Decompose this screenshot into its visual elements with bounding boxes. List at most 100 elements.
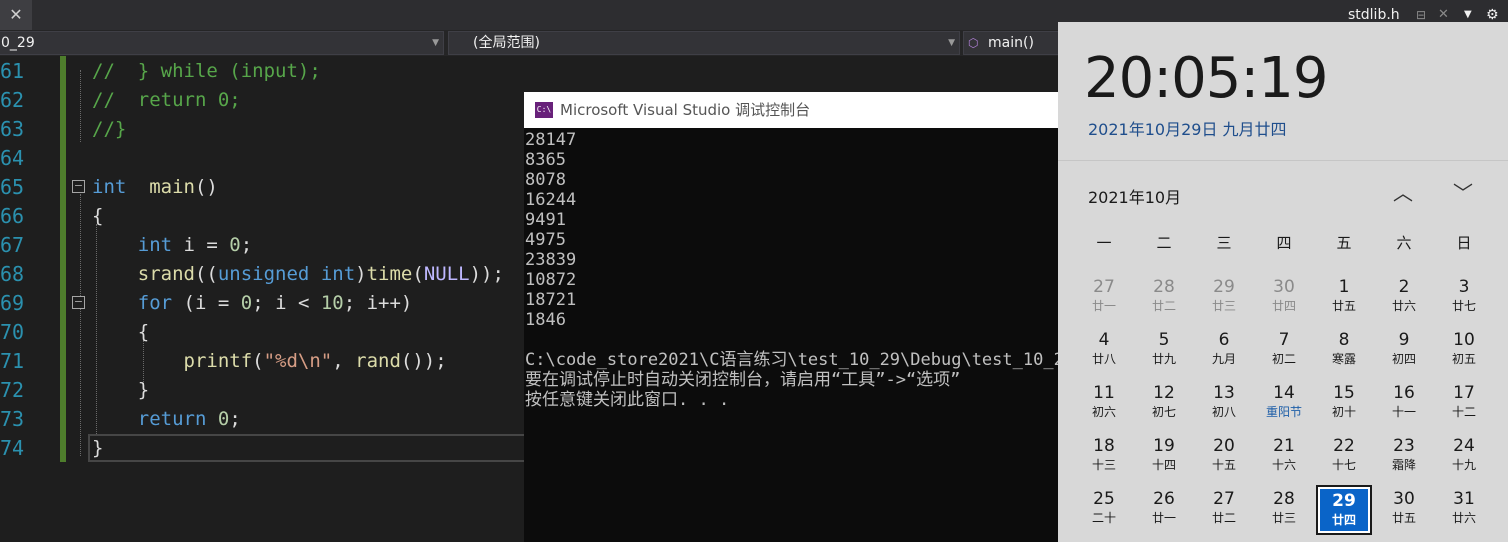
calendar-day[interactable]: 2 廿六 <box>1376 273 1432 323</box>
code-text: srand((unsigned int)time(NULL)); <box>92 260 504 289</box>
calendar-day[interactable]: 8 寒露 <box>1316 326 1372 376</box>
day-number: 16 <box>1393 383 1415 403</box>
code-token: 0 <box>240 292 253 314</box>
code-text: printf("%d\n", rand()); <box>92 347 447 376</box>
clock-date-link[interactable]: 2021年10月29日 九月廿四 <box>1088 116 1287 140</box>
day-number: 23 <box>1393 436 1415 456</box>
lunar-date: 廿五 <box>1331 299 1356 313</box>
code-text: // return 0; <box>92 86 241 115</box>
calendar-day[interactable]: 15 初十 <box>1316 379 1372 429</box>
code-text: { <box>92 202 103 231</box>
lunar-date: 霜降 <box>1391 458 1416 472</box>
day-number: 10 <box>1453 330 1475 350</box>
code-token: (( <box>194 263 218 285</box>
calendar-day[interactable]: 30 廿五 <box>1376 485 1432 535</box>
console-output-line: 8078 <box>525 170 566 190</box>
lunar-date: 初五 <box>1451 352 1476 366</box>
close-tab-icon[interactable]: ✕ <box>0 0 32 30</box>
calendar-day[interactable]: 4 廿八 <box>1076 326 1132 376</box>
calendar-day[interactable]: 16 十一 <box>1376 379 1432 429</box>
calendar-day[interactable]: 19 十四 <box>1136 432 1192 482</box>
lunar-date: 廿一 <box>1151 511 1176 525</box>
console-output-line: 18721 <box>525 290 577 310</box>
code-token: { <box>92 321 150 343</box>
code-token: printf <box>183 350 253 372</box>
lunar-date: 廿九 <box>1151 352 1176 366</box>
lunar-date: 十九 <box>1451 458 1476 472</box>
weekday-label: 五 <box>1336 234 1352 252</box>
lunar-date: 廿一 <box>1091 299 1116 313</box>
calendar-day[interactable]: 27 廿二 <box>1196 485 1252 535</box>
code-token: ()); <box>400 350 447 372</box>
code-token: ( <box>252 350 264 372</box>
calendar-day[interactable]: 21 十六 <box>1256 432 1312 482</box>
calendar-day[interactable]: 13 初八 <box>1196 379 1252 429</box>
code-token: 0 <box>217 408 230 430</box>
calendar-day[interactable]: 5 廿九 <box>1136 326 1192 376</box>
calendar-day[interactable]: 17 十二 <box>1436 379 1492 429</box>
calendar-day[interactable]: 23 霜降 <box>1376 432 1432 482</box>
calendar-day[interactable]: 28 廿二 <box>1136 273 1192 323</box>
calendar-day[interactable]: 22 十七 <box>1316 432 1372 482</box>
code-token: time <box>366 263 413 285</box>
day-number: 29 <box>1213 277 1235 297</box>
day-number: 26 <box>1153 489 1175 509</box>
day-number: 1 <box>1338 277 1350 297</box>
calendar-day[interactable]: 7 初二 <box>1256 326 1312 376</box>
scope-dropdown[interactable]: (全局范围) ▼ <box>448 31 960 55</box>
calendar-day[interactable]: 6 九月 <box>1196 326 1252 376</box>
code-text: return 0; <box>92 405 241 434</box>
month-label[interactable]: 2021年10月 <box>1088 184 1181 208</box>
weekday-label: 三 <box>1216 234 1232 252</box>
calendar-day[interactable]: 31 廿六 <box>1436 485 1492 535</box>
code-token: i = <box>172 234 230 256</box>
calendar-day[interactable]: 9 初四 <box>1376 326 1432 376</box>
chevron-down-icon[interactable]: ﹀ <box>1448 178 1478 208</box>
calendar-day[interactable]: 26 廿一 <box>1136 485 1192 535</box>
code-text: } <box>92 434 103 463</box>
code-token: , <box>332 350 356 372</box>
calendar-day[interactable]: 14 重阳节 <box>1256 379 1312 429</box>
line-number: 65 <box>0 175 25 199</box>
calendar-day[interactable]: 3 廿七 <box>1436 273 1492 323</box>
code-token: ; <box>229 408 241 430</box>
chevron-up-icon[interactable]: ︿ <box>1388 178 1418 208</box>
weekday-label: 日 <box>1456 234 1472 252</box>
calendar-day[interactable]: 18 十三 <box>1076 432 1132 482</box>
code-token: NULL <box>423 263 470 285</box>
lunar-date: 九月 <box>1211 352 1236 366</box>
weekday-label: 一 <box>1096 234 1112 252</box>
calendar-day[interactable]: 30 廿四 <box>1256 273 1312 323</box>
calendar-day-today[interactable]: 29 廿四 <box>1316 485 1372 535</box>
calendar-day[interactable]: 24 十九 <box>1436 432 1492 482</box>
code-token: 0 <box>229 234 241 256</box>
lunar-date: 廿四 <box>1331 513 1356 527</box>
lunar-date: 十一 <box>1391 405 1416 419</box>
calendar-day[interactable]: 29 廿三 <box>1196 273 1252 323</box>
day-number: 29 <box>1332 491 1356 511</box>
project-dropdown[interactable]: 0_29 ▼ <box>0 31 444 55</box>
calendar-day[interactable]: 27 廿一 <box>1076 273 1132 323</box>
calendar-day[interactable]: 1 廿五 <box>1316 273 1372 323</box>
code-line[interactable]: 61 // } while (input); <box>0 57 1060 86</box>
calendar-day[interactable]: 12 初七 <box>1136 379 1192 429</box>
console-output-line: 8365 <box>525 150 566 170</box>
lunar-date: 廿八 <box>1091 352 1116 366</box>
calendar-day[interactable]: 20 十五 <box>1196 432 1252 482</box>
console-output-line: 按任意键关闭此窗口. . . <box>525 390 730 410</box>
console-output-line: 要在调试停止时自动关闭控制台，请启用“工具”->“选项” <box>525 370 961 390</box>
console-output-line: C:\code_store2021\C语言练习\test_10_29\Debug… <box>525 350 1060 370</box>
console-title-bar[interactable]: C:\ Microsoft Visual Studio 调试控制台 <box>524 92 1060 128</box>
debug-console-window[interactable]: C:\ Microsoft Visual Studio 调试控制台 28147 8… <box>524 92 1060 542</box>
calendar-day[interactable]: 25 二十 <box>1076 485 1132 535</box>
calendar-day[interactable]: 10 初五 <box>1436 326 1492 376</box>
code-token: ; i++) <box>343 292 413 314</box>
code-token: ( <box>412 263 424 285</box>
day-number: 13 <box>1213 383 1235 403</box>
day-number: 27 <box>1093 277 1115 297</box>
calendar-day[interactable]: 28 廿三 <box>1256 485 1312 535</box>
calendar-day[interactable]: 11 初六 <box>1076 379 1132 429</box>
